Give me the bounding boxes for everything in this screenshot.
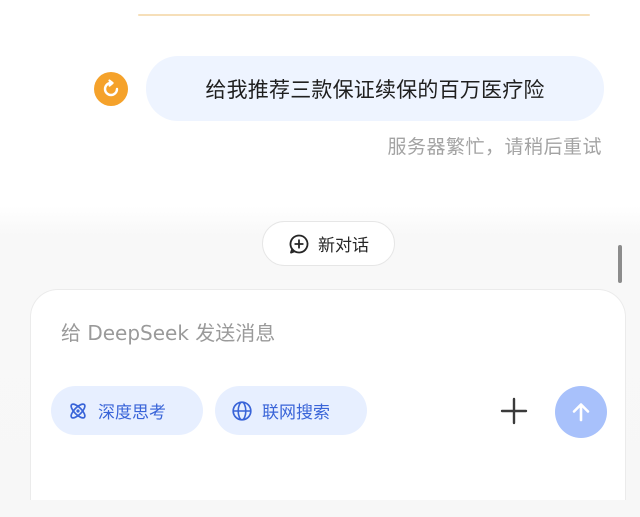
attach-button[interactable] bbox=[497, 394, 531, 428]
new-chat-label: 新对话 bbox=[318, 236, 369, 256]
message-input[interactable] bbox=[61, 316, 581, 350]
deep-think-label: 深度思考 bbox=[98, 403, 166, 423]
message-composer: 深度思考 联网搜索 bbox=[30, 289, 626, 500]
web-search-label: 联网搜索 bbox=[262, 403, 330, 423]
globe-icon bbox=[231, 400, 253, 422]
arrow-up-icon bbox=[572, 403, 590, 422]
retry-icon bbox=[103, 79, 119, 97]
retry-button[interactable] bbox=[94, 72, 128, 106]
send-button[interactable] bbox=[555, 386, 607, 438]
plus-icon bbox=[500, 397, 528, 425]
user-message-text: 给我推荐三款保证续保的百万医疗险 bbox=[205, 77, 545, 102]
scrollbar-thumb[interactable] bbox=[618, 245, 622, 283]
atom-icon bbox=[67, 400, 89, 422]
user-message-bubble: 给我推荐三款保证续保的百万医疗险 bbox=[146, 56, 604, 121]
top-divider bbox=[138, 14, 590, 16]
error-message: 服务器繁忙，请稍后重试 bbox=[387, 136, 602, 158]
new-chat-button[interactable]: 新对话 bbox=[262, 221, 395, 266]
deep-think-toggle[interactable]: 深度思考 bbox=[51, 386, 203, 435]
web-search-toggle[interactable]: 联网搜索 bbox=[215, 386, 367, 435]
chat-plus-icon bbox=[288, 233, 310, 255]
